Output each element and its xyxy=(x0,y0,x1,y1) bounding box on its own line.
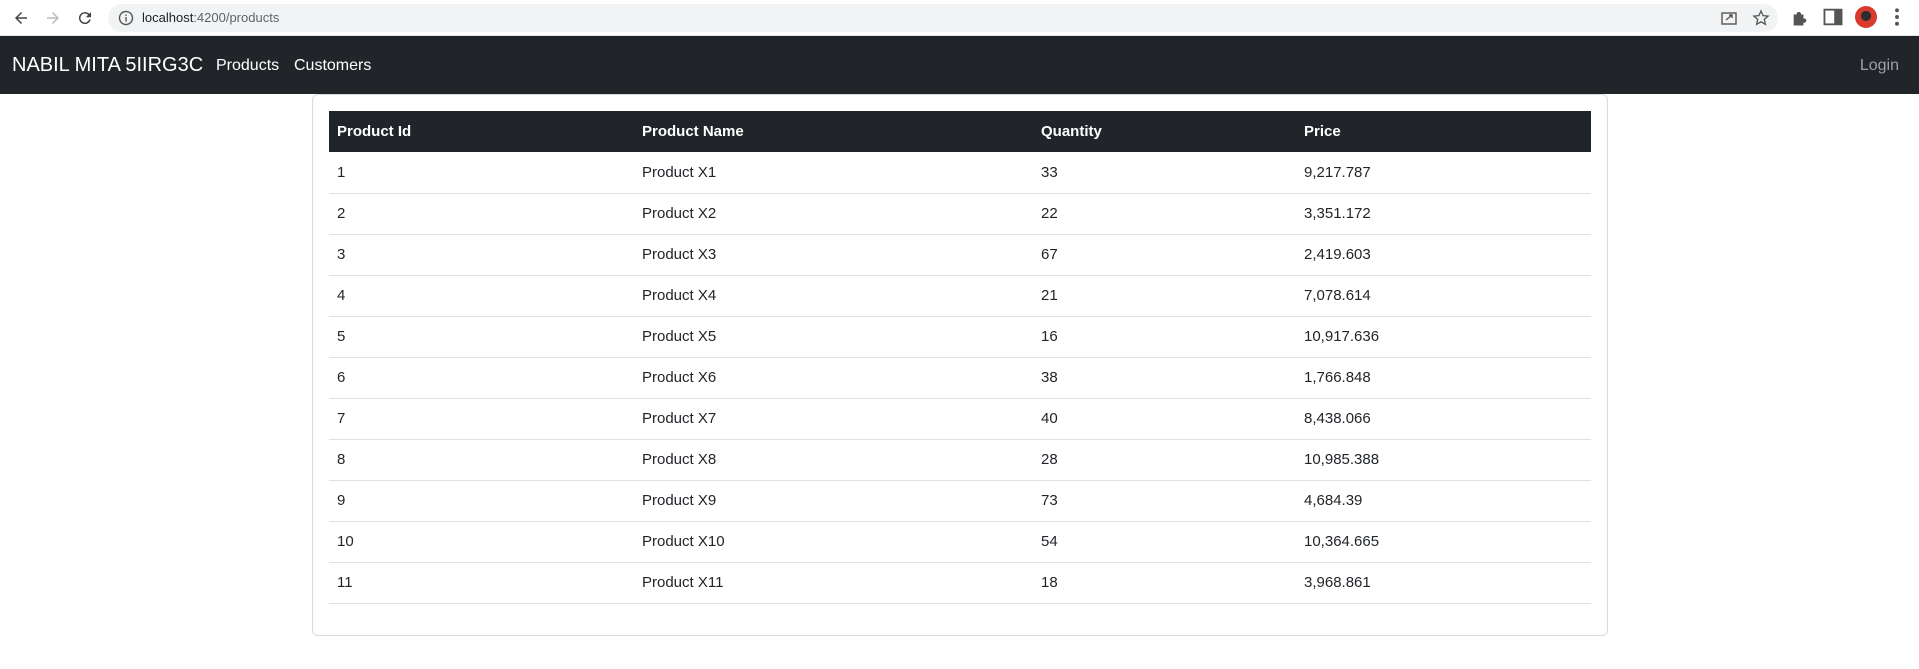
cell-product-name: Product X9 xyxy=(634,480,1033,522)
cell-product-name: Product X4 xyxy=(634,275,1033,317)
login-link[interactable]: Login xyxy=(1860,57,1899,75)
nav-link-customers[interactable]: Customers xyxy=(294,57,371,75)
cell-quantity: 16 xyxy=(1033,316,1296,358)
url-text: localhost:4200/products xyxy=(142,10,279,25)
url-host: localhost xyxy=(142,10,194,25)
cell-product-id: 2 xyxy=(329,193,634,235)
cell-product-name: Product X6 xyxy=(634,357,1033,399)
table-row: 3 Product X3 67 2,419.603 xyxy=(329,234,1591,276)
cell-quantity: 33 xyxy=(1033,152,1296,194)
cell-product-name: Product X8 xyxy=(634,439,1033,481)
side-panel-icon[interactable] xyxy=(1822,6,1844,28)
cell-price: 10,364.665 xyxy=(1296,521,1591,563)
products-table: Product Id Product Name Quantity Price 1… xyxy=(329,111,1591,604)
site-info-icon[interactable] xyxy=(118,10,134,26)
cell-quantity: 21 xyxy=(1033,275,1296,317)
table-row: 7 Product X7 40 8,438.066 xyxy=(329,398,1591,440)
table-row: 5 Product X5 16 10,917.636 xyxy=(329,316,1591,358)
cell-quantity: 73 xyxy=(1033,480,1296,522)
app-navbar: NABIL MITA 5IIRG3C Products Customers Lo… xyxy=(0,36,1919,94)
cell-product-name: Product X3 xyxy=(634,234,1033,276)
header-product-name: Product Name xyxy=(642,123,744,140)
cell-price: 1,766.848 xyxy=(1296,357,1591,399)
cell-product-id: 3 xyxy=(329,234,634,276)
cell-price: 10,917.636 xyxy=(1296,316,1591,358)
forward-icon[interactable] xyxy=(41,6,65,30)
cell-price: 7,078.614 xyxy=(1296,275,1591,317)
cell-price: 2,419.603 xyxy=(1296,234,1591,276)
cell-price: 4,684.39 xyxy=(1296,480,1591,522)
cell-product-name: Product X2 xyxy=(634,193,1033,235)
cell-product-id: 1 xyxy=(329,152,634,194)
cell-quantity: 40 xyxy=(1033,398,1296,440)
reload-icon[interactable] xyxy=(73,6,97,30)
cell-product-id: 10 xyxy=(329,521,634,563)
cell-quantity: 67 xyxy=(1033,234,1296,276)
cell-product-id: 8 xyxy=(329,439,634,481)
table-row: 4 Product X4 21 7,078.614 xyxy=(329,275,1591,317)
cell-product-id: 11 xyxy=(329,562,634,604)
cell-quantity: 54 xyxy=(1033,521,1296,563)
browser-toolbar: localhost:4200/products xyxy=(0,0,1919,36)
cell-quantity: 18 xyxy=(1033,562,1296,604)
table-row: 8 Product X8 28 10,985.388 xyxy=(329,439,1591,481)
cell-quantity: 22 xyxy=(1033,193,1296,235)
table-row: 6 Product X6 38 1,766.848 xyxy=(329,357,1591,399)
table-row: 9 Product X9 73 4,684.39 xyxy=(329,480,1591,522)
table-row: 2 Product X2 22 3,351.172 xyxy=(329,193,1591,235)
cell-price: 9,217.787 xyxy=(1296,152,1591,194)
table-row: 11 Product X11 18 3,968.861 xyxy=(329,562,1591,604)
cell-price: 10,985.388 xyxy=(1296,439,1591,481)
cell-price: 8,438.066 xyxy=(1296,398,1591,440)
header-product-id: Product Id xyxy=(337,123,412,140)
cell-product-name: Product X5 xyxy=(634,316,1033,358)
header-quantity: Quantity xyxy=(1041,123,1102,140)
table-row: 1 Product X1 33 9,217.787 xyxy=(329,152,1591,194)
cell-product-name: Product X1 xyxy=(634,152,1033,194)
cell-product-id: 4 xyxy=(329,275,634,317)
url-path: :4200/products xyxy=(193,10,280,25)
cell-product-id: 6 xyxy=(329,357,634,399)
cell-quantity: 28 xyxy=(1033,439,1296,481)
cell-price: 3,351.172 xyxy=(1296,193,1591,235)
table-header-row: Product Id Product Name Quantity Price xyxy=(329,111,1591,152)
cell-product-name: Product X7 xyxy=(634,398,1033,440)
address-bar[interactable]: localhost:4200/products xyxy=(108,4,1778,32)
cell-product-name: Product X10 xyxy=(634,521,1033,563)
table-row: 10 Product X10 54 10,364.665 xyxy=(329,521,1591,563)
menu-kebab-icon[interactable] xyxy=(1886,6,1908,28)
cell-product-id: 7 xyxy=(329,398,634,440)
share-icon[interactable] xyxy=(1720,9,1738,27)
header-price: Price xyxy=(1304,123,1341,140)
products-card: Product Id Product Name Quantity Price 1… xyxy=(312,94,1608,636)
extensions-icon[interactable] xyxy=(1790,6,1812,28)
bookmark-star-icon[interactable] xyxy=(1752,9,1770,27)
nav-link-products[interactable]: Products xyxy=(216,57,279,75)
cell-quantity: 38 xyxy=(1033,357,1296,399)
cell-price: 3,968.861 xyxy=(1296,562,1591,604)
cell-product-id: 5 xyxy=(329,316,634,358)
back-icon[interactable] xyxy=(9,6,33,30)
brand[interactable]: NABIL MITA 5IIRG3C xyxy=(12,54,203,77)
cell-product-id: 9 xyxy=(329,480,634,522)
cell-product-name: Product X11 xyxy=(634,562,1033,604)
profile-avatar[interactable] xyxy=(1855,6,1877,28)
